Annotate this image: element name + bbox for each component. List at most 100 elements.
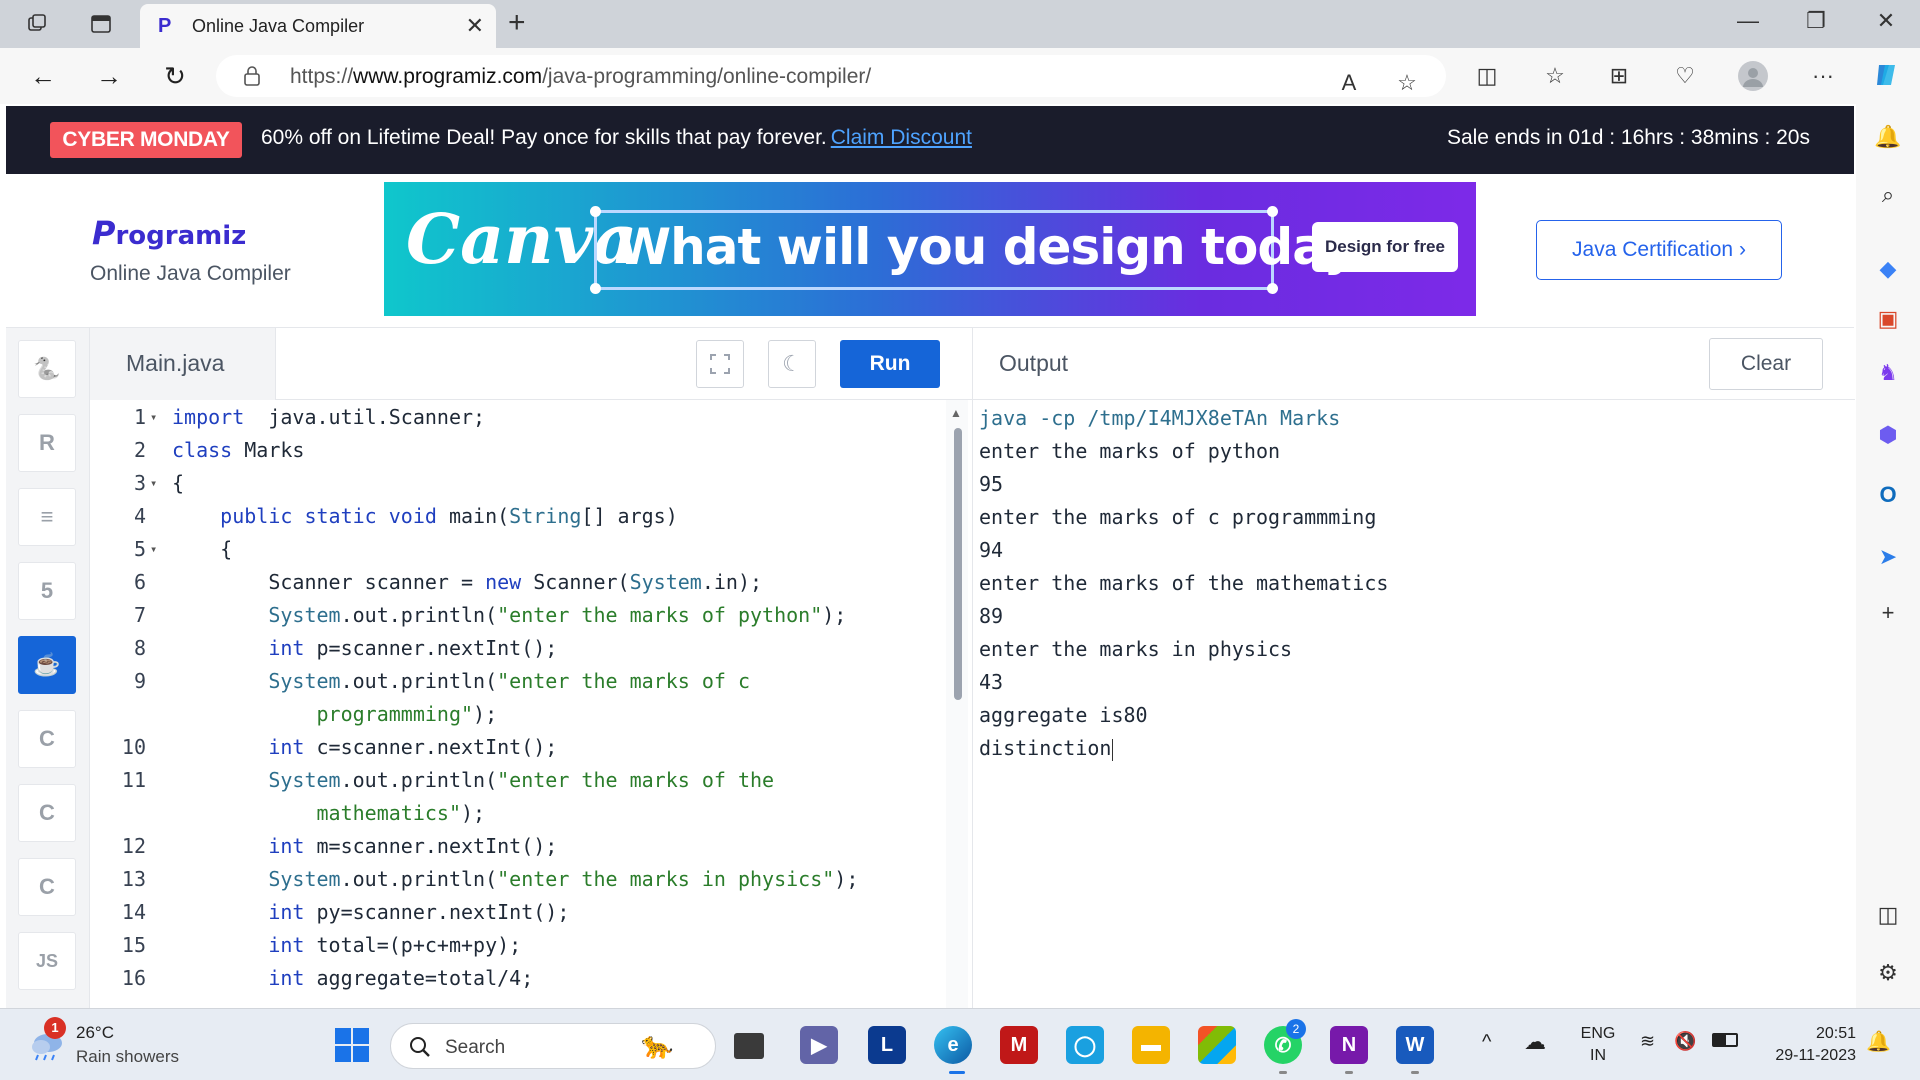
claim-discount-link[interactable]: Claim Discount <box>831 126 972 149</box>
minimize-icon[interactable]: — <box>1728 8 1768 34</box>
close-window-icon[interactable]: ✕ <box>1866 8 1906 34</box>
favorites-icon[interactable]: ☆ <box>1540 61 1570 91</box>
search-placeholder: Search <box>445 1037 506 1058</box>
task-view-icon[interactable] <box>734 1033 764 1059</box>
lockdown-browser-l-icon[interactable]: L <box>868 1026 906 1064</box>
address-bar[interactable]: https://www.programiz.com/java-programmi… <box>216 55 1446 97</box>
fold-arrow-icon[interactable]: ▾ <box>150 401 157 434</box>
csharp-lang-button[interactable]: C <box>18 858 76 916</box>
python-lang-button[interactable]: 🐍 <box>18 340 76 398</box>
notifications-bell-icon[interactable]: 🔔 <box>1873 122 1903 152</box>
onedrive-cloud-icon[interactable]: ☁ <box>1524 1029 1546 1055</box>
js-lang-button[interactable]: JS <box>18 932 76 990</box>
scroll-up-arrow-icon[interactable]: ▲ <box>950 406 962 420</box>
fold-arrow-icon[interactable]: ▾ <box>150 533 157 566</box>
windows-start-icon[interactable] <box>334 1027 370 1063</box>
battery-icon[interactable] <box>1712 1033 1738 1047</box>
read-aloud-icon[interactable]: A <box>1334 68 1364 98</box>
close-tab-icon[interactable]: ✕ <box>466 13 484 39</box>
fullscreen-icon[interactable] <box>696 340 744 388</box>
dark-mode-moon-icon[interactable]: ☾ <box>768 340 816 388</box>
clear-button[interactable]: Clear <box>1709 338 1823 390</box>
wifi-icon[interactable]: ≋ <box>1640 1031 1655 1052</box>
java-certification-button[interactable]: Java Certification › <box>1536 220 1782 280</box>
onenote-icon[interactable]: N <box>1330 1026 1368 1064</box>
search-icon[interactable]: ⌕ <box>1873 180 1903 210</box>
tab-actions-icon[interactable] <box>86 9 116 39</box>
code-text: int p=scanner.nextInt(); <box>268 636 558 660</box>
input-language[interactable]: ENG IN <box>1578 1023 1618 1067</box>
restore-icon[interactable]: ❐ <box>1796 8 1836 34</box>
code-editor[interactable]: 1 ▾ import java.util.Scanner; 2 class Marks 3… <box>90 400 972 1008</box>
hide-sidebar-icon[interactable]: ◫ <box>1873 900 1903 930</box>
profile-avatar-icon[interactable] <box>1738 61 1768 91</box>
tools-briefcase-icon[interactable]: ▣ <box>1873 304 1903 334</box>
code-text: int m=scanner.nextInt(); <box>268 834 558 858</box>
tab-title: Online Java Compiler <box>192 16 365 36</box>
split-screen-icon[interactable]: ◫ <box>1472 61 1502 91</box>
c-icon: C <box>39 726 55 751</box>
html5-icon: 5 <box>40 578 54 603</box>
line-number: 11 <box>121 768 146 792</box>
browser-essentials-icon[interactable]: ♡ <box>1670 61 1700 91</box>
code-text: int aggregate=total/4; <box>268 966 534 990</box>
programiz-logo[interactable]: Programiz <box>92 214 246 252</box>
c-lang-button[interactable]: C <box>18 710 76 768</box>
editor-scrollbar[interactable]: ▲ <box>946 400 968 1008</box>
code-text: public static void main(String[] args) <box>220 504 678 528</box>
tab-online-java-compiler[interactable]: P Online Java Compiler ✕ <box>140 4 496 48</box>
back-icon[interactable]: ← <box>26 60 60 94</box>
shopping-tag-icon[interactable]: ◆ <box>1873 254 1903 284</box>
code-text: System.out.println("enter the marks in p… <box>268 867 859 891</box>
edge-browser-icon[interactable]: e <box>934 1026 972 1064</box>
line-number: 8 <box>133 636 146 660</box>
code-text: import java.util.Scanner; <box>172 405 486 429</box>
more-options-icon[interactable]: ··· <box>1808 61 1838 91</box>
copilot-icon[interactable] <box>1872 61 1902 91</box>
code-text: int total=(p+c+m+py); <box>268 933 522 957</box>
cortana-icon[interactable]: ◯ <box>1066 1026 1104 1064</box>
sql-lang-button[interactable]: ≡ <box>18 488 76 546</box>
send-icon[interactable]: ➤ <box>1873 542 1903 572</box>
file-explorer-icon[interactable]: ▬ <box>1132 1026 1170 1064</box>
editor-scroll-thumb[interactable] <box>954 428 962 700</box>
taskbar-search[interactable]: Search 🐆 <box>390 1023 716 1069</box>
design-for-free-button[interactable]: Design for free <box>1312 222 1458 272</box>
games-icon[interactable]: ♞ <box>1873 358 1903 388</box>
refresh-icon[interactable]: ↻ <box>158 60 192 94</box>
fold-arrow-icon[interactable]: ▾ <box>150 467 157 500</box>
file-tab[interactable]: Main.java <box>90 328 276 400</box>
canva-ad-banner[interactable]: Canva What will you design today? Design… <box>384 182 1476 316</box>
java-lang-button[interactable]: ☕ <box>18 636 76 694</box>
line-number: 14 <box>121 900 146 924</box>
workspaces-icon[interactable] <box>22 9 52 39</box>
microsoft-store-icon[interactable] <box>1198 1026 1236 1064</box>
settings-gear-icon[interactable]: ⚙ <box>1873 958 1903 988</box>
speaker-muted-icon[interactable]: 🔇 <box>1674 1031 1696 1052</box>
mcafee-icon[interactable]: M <box>1000 1026 1038 1064</box>
url-text: https://www.programiz.com/java-programmi… <box>290 65 872 88</box>
output-line: 43 <box>979 670 1004 694</box>
notification-bell-icon[interactable]: 🔔 <box>1866 1029 1891 1054</box>
collections-icon[interactable]: ⊞ <box>1604 61 1634 91</box>
cpp-lang-button[interactable]: C <box>18 784 76 842</box>
code-text: Scanner scanner = new Scanner(System.in)… <box>172 570 763 594</box>
add-sidebar-app-icon[interactable]: + <box>1873 598 1903 628</box>
html-lang-button[interactable]: 5 <box>18 562 76 620</box>
run-button[interactable]: Run <box>840 340 940 388</box>
forward-icon[interactable]: → <box>92 60 126 94</box>
microsoft-365-icon[interactable]: ⬢ <box>1873 420 1903 450</box>
favorite-star-icon[interactable]: ☆ <box>1392 68 1422 98</box>
word-icon[interactable]: W <box>1396 1026 1434 1064</box>
teams-meet-icon[interactable]: ▶ <box>800 1026 838 1064</box>
output-line: enter the marks of the mathematics <box>979 571 1389 595</box>
show-hidden-icons-chevron-icon[interactable]: ^ <box>1482 1031 1491 1054</box>
clock[interactable]: 20:51 29-11-2023 <box>1752 1023 1856 1067</box>
line-number: 15 <box>121 933 146 957</box>
outlook-icon[interactable]: O <box>1873 480 1903 510</box>
new-tab-icon[interactable]: + <box>508 6 526 40</box>
code-text: System.out.println("enter the marks of p… <box>268 603 847 627</box>
r-lang-button[interactable]: R <box>18 414 76 472</box>
language-sidebar: 🐍 R ≡ 5 ☕ C C C JS <box>6 328 90 1008</box>
weather-description: Rain showers <box>76 1047 179 1066</box>
